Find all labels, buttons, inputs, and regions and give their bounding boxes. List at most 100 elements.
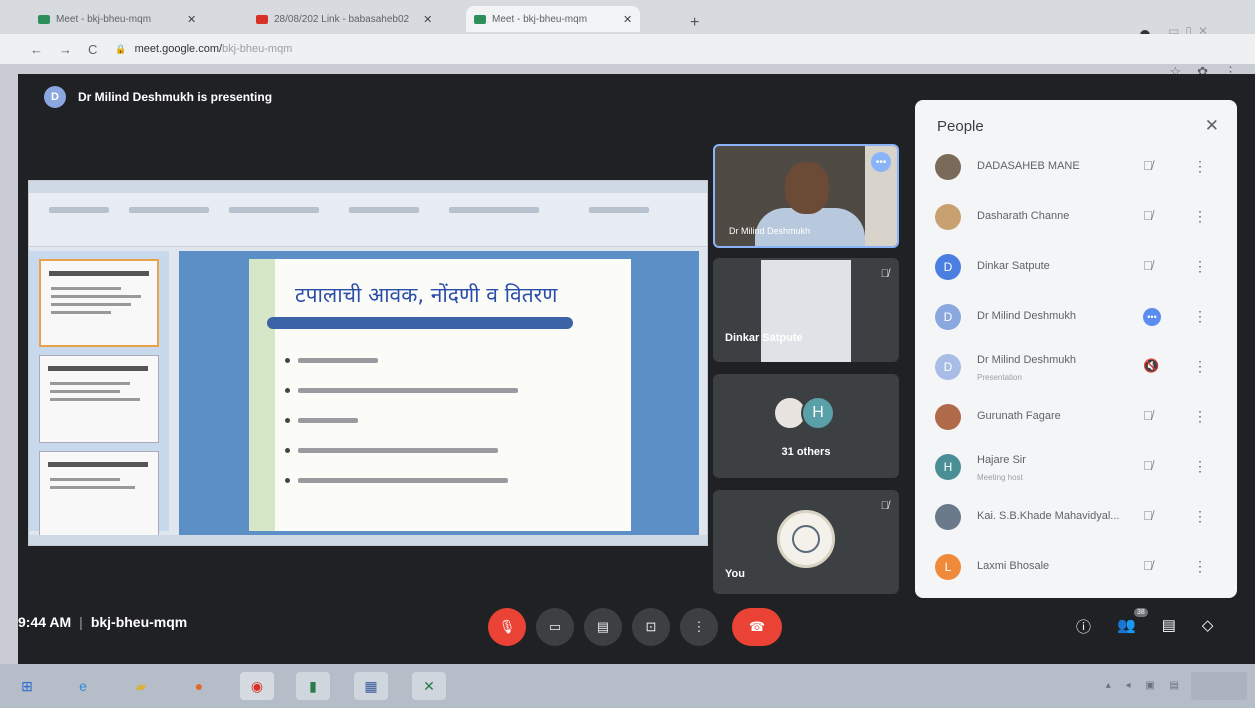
lock-icon[interactable]: 🔒 <box>115 44 126 55</box>
participant-name: Hajare Sir <box>977 454 1026 466</box>
meeting-info: 9:44 AM | bkj-bheu-mqm <box>18 614 188 630</box>
participant-row[interactable]: Kai. S.B.Khade Mahavidyal... 🎙̸ ⋮ <box>915 492 1237 542</box>
others-tile[interactable]: H 31 others <box>713 374 899 478</box>
participant-role: Presentation <box>977 373 1022 382</box>
people-icon[interactable]: 👥 <box>1117 616 1136 637</box>
more-options-icon[interactable]: ⋮ <box>1193 258 1207 275</box>
slide-thumbnail <box>39 259 159 347</box>
gmail-favicon-icon <box>256 14 268 24</box>
browser-tab-meet-1[interactable]: Meet - bkj-bheu-mqm ✕ <box>30 6 204 32</box>
start-button-icon[interactable]: ⊞ <box>10 672 44 700</box>
ie-icon[interactable]: e <box>66 672 100 700</box>
captions-button[interactable]: ▤ <box>584 608 622 646</box>
mic-muted-icon[interactable]: 🎙̸ <box>1143 258 1153 273</box>
system-tray[interactable]: ▴ ◂ ▣ ▤ <box>1106 680 1185 691</box>
participant-name: Laxmi Bhosale <box>977 560 1050 572</box>
others-count: 31 others <box>781 446 831 458</box>
info-icon[interactable]: ⓘ <box>1076 616 1091 637</box>
bullet-item <box>285 345 518 375</box>
app-icon[interactable]: ▮ <box>296 672 330 700</box>
bullet-item <box>285 465 518 495</box>
more-options-icon[interactable]: ⋮ <box>1193 558 1207 575</box>
mic-muted-icon[interactable]: 🎙̸ <box>1143 408 1153 423</box>
chat-icon[interactable]: ▤ <box>1162 616 1176 637</box>
screen: Meet - bkj-bheu-mqm ✕ 28/08/202 Link - b… <box>0 0 1255 708</box>
shared-screen[interactable]: टपालाची आवक, नोंदणी व वितरण <box>28 180 708 546</box>
excel-icon[interactable]: ✕ <box>412 672 446 700</box>
mic-muted-icon[interactable]: 🎙̸ <box>1143 208 1153 223</box>
participant-row[interactable]: DADASAHEB MANE 🎙̸ ⋮ <box>915 142 1237 192</box>
participant-row[interactable]: D Dr Milind Deshmukh ••• ⋮ <box>915 292 1237 342</box>
mic-muted-icon[interactable]: 🎙̸ <box>1143 558 1153 573</box>
presentation-audio-off-icon[interactable]: 🔇 <box>1143 358 1159 374</box>
address-bar: ← → C 🔒 meet.google.com/bkj-bheu-mqm <box>0 34 1255 64</box>
participant-row[interactable]: H Hajare Sir Meeting host 🎙̸ ⋮ <box>915 442 1237 492</box>
more-options-icon[interactable]: ⋮ <box>1193 358 1207 375</box>
activities-icon[interactable]: ◇ <box>1202 616 1214 637</box>
more-options-icon[interactable]: ⋮ <box>1193 408 1207 425</box>
self-tile[interactable]: 🎙̸ You <box>713 490 899 594</box>
participant-name: DADASAHEB MANE <box>977 160 1080 172</box>
new-tab-icon[interactable]: + <box>690 14 699 32</box>
mic-muted-icon: 🎙̸ <box>880 268 889 280</box>
participant-row[interactable]: L Laxmi Bhosale 🎙̸ ⋮ <box>915 542 1237 592</box>
chrome-icon[interactable]: ◉ <box>240 672 274 700</box>
forward-icon[interactable]: → <box>59 42 72 57</box>
browser-tab-meet-active[interactable]: Meet - bkj-bheu-mqm ✕ <box>466 6 641 32</box>
mic-toggle-button[interactable]: 🎙 <box>488 608 526 646</box>
college-logo <box>777 510 835 568</box>
participant-video <box>785 162 829 214</box>
presenter-camera-tile[interactable]: ••• Dr Milind Deshmukh <box>713 144 899 248</box>
meeting-code: bkj-bheu-mqm <box>90 614 188 630</box>
browser-tab-gmail[interactable]: 28/08/202 Link - babasaheb02 ✕ <box>248 6 440 32</box>
mic-muted-icon[interactable]: 🎙̸ <box>1143 508 1153 523</box>
participant-role: Meeting host <box>977 473 1023 482</box>
participant-row[interactable]: Gurunath Fagare 🎙̸ ⋮ <box>915 392 1237 442</box>
slide-thumbnail <box>39 355 159 443</box>
tab-label: Meet - bkj-bheu-mqm <box>56 13 152 25</box>
participant-name: Dr Milind Deshmukh <box>977 310 1077 322</box>
firefox-icon[interactable]: ● <box>182 672 216 700</box>
taskbar: ⊞ e ▰ ● ◉ ▮ ▦ ✕ ▴ ◂ ▣ ▤ <box>0 664 1255 708</box>
participant-video <box>761 260 851 362</box>
more-options-icon[interactable]: ⋮ <box>1193 208 1207 225</box>
participant-avatar <box>935 404 961 430</box>
mic-muted-icon[interactable]: 🎙̸ <box>1143 158 1153 173</box>
close-tab-icon[interactable]: ✕ <box>187 13 196 26</box>
close-icon[interactable]: ✕ <box>1205 116 1219 136</box>
bullet-item <box>285 375 518 405</box>
more-options-button[interactable]: ⋮ <box>680 608 718 646</box>
meet-favicon-icon <box>474 14 486 24</box>
folder-icon[interactable]: ▰ <box>124 672 158 700</box>
more-options-icon[interactable]: ⋮ <box>1193 508 1207 525</box>
url-field[interactable]: meet.google.com/bkj-bheu-mqm <box>135 43 293 55</box>
participant-row[interactable]: D Dinkar Satpute 🎙̸ ⋮ <box>915 242 1237 292</box>
participant-avatar: D <box>935 304 961 330</box>
participant-row[interactable]: D Dr Milind Deshmukh Presentation 🔇 ⋮ <box>915 342 1237 392</box>
close-tab-icon[interactable]: ✕ <box>423 13 432 26</box>
more-options-icon[interactable]: ⋮ <box>1193 458 1207 475</box>
app-icon[interactable]: ▦ <box>354 672 388 700</box>
participant-row[interactable]: Dasharath Channe 🎙̸ ⋮ <box>915 192 1237 242</box>
presenting-banner: D Dr Milind Deshmukh is presenting <box>44 86 272 108</box>
slide-title-underline <box>267 317 573 329</box>
tile-name: Dinkar Satpute <box>725 332 803 344</box>
url-host: meet.google.com/ <box>134 43 223 55</box>
back-icon[interactable]: ← <box>30 42 43 57</box>
camera-toggle-button[interactable]: ▭ <box>536 608 574 646</box>
close-tab-icon[interactable]: ✕ <box>623 13 632 26</box>
more-options-icon[interactable]: ⋮ <box>1193 308 1207 325</box>
present-button[interactable]: ⊡ <box>632 608 670 646</box>
taskbar-clock[interactable] <box>1191 672 1247 700</box>
mic-muted-icon[interactable]: 🎙̸ <box>1143 458 1153 473</box>
participant-avatar: H <box>801 396 835 430</box>
end-call-button[interactable]: ☎ <box>732 608 782 646</box>
more-options-icon[interactable]: ⋮ <box>1193 158 1207 175</box>
ppt-ribbon <box>29 193 707 247</box>
participant-tile-dinkar[interactable]: 🎙̸ Dinkar Satpute <box>713 258 899 362</box>
slide-title: टपालाची आवक, नोंदणी व वितरण <box>295 283 558 307</box>
participant-avatar <box>935 154 961 180</box>
more-options-icon[interactable]: ••• <box>871 152 891 172</box>
reload-icon[interactable]: C <box>88 42 97 57</box>
meet-window: D Dr Milind Deshmukh is presenting टपाला… <box>18 74 1255 664</box>
